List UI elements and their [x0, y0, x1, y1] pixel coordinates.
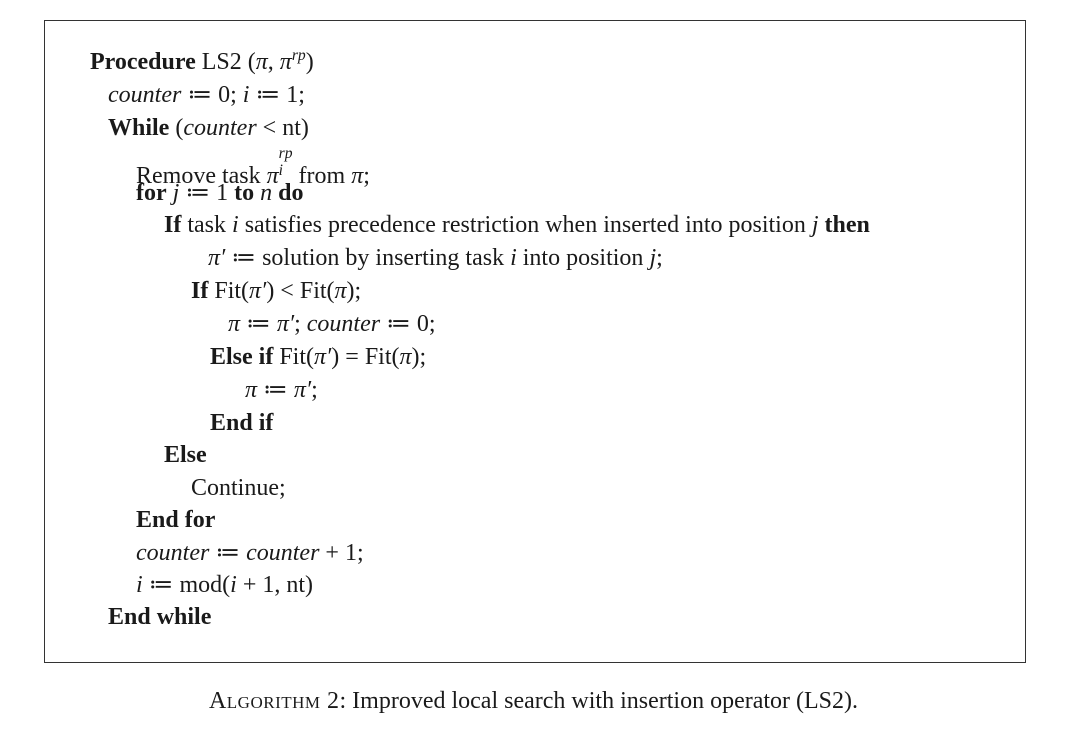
close-paren: ); [411, 344, 427, 370]
scripts: rp i [279, 146, 293, 178]
end-if-keyword: End if [210, 410, 274, 436]
pi-symbol: π [334, 278, 347, 304]
assign-one: ≔ 1 [179, 180, 235, 206]
counter-var: counter [306, 311, 381, 337]
end-for-keyword: End for [136, 507, 216, 533]
pi-prime-symbol: π′ [293, 377, 312, 403]
end-while-line: End while [108, 603, 211, 631]
mod-line: i ≔ mod(i + 1, nt) [136, 571, 313, 599]
caption-label: Algorithm 2 [208, 688, 340, 714]
mod-open: ≔ mod( [142, 572, 231, 598]
semicolon: ; [311, 377, 318, 403]
end-while-keyword: End while [108, 604, 212, 630]
assign-op: ≔ [209, 540, 247, 566]
do-keyword: do [278, 180, 304, 206]
assign-zero: ≔ 0; [181, 82, 243, 108]
equals-fit: ) = Fit( [331, 344, 400, 370]
pi-symbol: π [255, 49, 268, 75]
n-var: n [260, 180, 273, 206]
pi-symbol: π [351, 163, 364, 190]
assign-pi-line-2: π ≔ π′; [245, 376, 318, 404]
while-open-paren: ( [169, 115, 184, 141]
else-keyword: Else [164, 442, 207, 468]
counter-var: counter [136, 540, 210, 566]
pi-prime-symbol: π′ [276, 311, 295, 337]
semicolon: ; [656, 245, 663, 271]
for-line: for j ≔ 1 to n do [136, 179, 303, 207]
plus-one: + 1; [319, 540, 364, 566]
rp-superscript: rp [291, 47, 306, 64]
task-text: task [181, 212, 233, 238]
then-keyword: then [824, 212, 870, 238]
if-keyword: If [164, 212, 182, 238]
if-keyword: If [191, 278, 209, 304]
position-text: into position [516, 245, 650, 271]
else-if-line: Else if Fit(π′) = Fit(π); [210, 343, 426, 371]
while-keyword: While [108, 115, 170, 141]
j-var: j [811, 212, 819, 238]
condition-text: satisfies precedence restriction when in… [238, 212, 812, 238]
semicolon: ; [363, 163, 370, 190]
end-for-line: End for [136, 506, 215, 534]
i-var: i [230, 572, 237, 598]
caption-text: : Improved local search with insertion o… [339, 688, 859, 714]
pi-prime-symbol: π′ [208, 245, 226, 271]
continue-line: Continue; [191, 474, 286, 502]
mod-rest: + 1, nt) [236, 572, 314, 598]
while-condition: < nt) [256, 115, 309, 141]
pi-prime-symbol: π′ [314, 344, 332, 370]
pi-prime-symbol: π′ [249, 278, 267, 304]
close-paren: ); [346, 278, 362, 304]
assign-op: ≔ [257, 377, 294, 403]
i-var: i [232, 212, 239, 238]
continue-text: Continue; [191, 475, 286, 501]
counter-var: counter [183, 115, 257, 141]
fit-open: Fit( [208, 278, 250, 304]
procedure-header: Procedure LS2 (π, πrp) [90, 47, 314, 75]
rp-superscript: rp [278, 145, 293, 162]
i-var: i [510, 245, 517, 271]
for-keyword: for [136, 180, 167, 206]
fit-open: Fit( [273, 344, 315, 370]
assign-zero: ≔ 0; [380, 311, 436, 337]
pi-rp-symbol: π [279, 49, 292, 75]
pi-symbol: π [228, 311, 241, 337]
pi-prime-line: π′ ≔ solution by inserting task i into p… [208, 244, 663, 272]
else-if-keyword: Else if [210, 344, 274, 370]
pi-symbol: π [399, 344, 412, 370]
counter-inc-line: counter ≔ counter + 1; [136, 539, 364, 567]
counter-var: counter [108, 82, 182, 108]
solution-text: ≔ solution by inserting task [225, 245, 511, 271]
counter-var: counter [246, 540, 320, 566]
assign-op: ≔ [240, 311, 277, 337]
while-line: While (counter < nt) [108, 114, 309, 142]
procedure-keyword: Procedure [90, 49, 196, 75]
end-if-line: End if [210, 409, 273, 437]
else-line: Else [164, 441, 207, 469]
if-fit-line: If Fit(π′) < Fit(π); [191, 277, 361, 305]
pi-symbol: π [245, 377, 258, 403]
separator: ; [294, 311, 307, 337]
if-task-line: If task i satisfies precedence restricti… [164, 211, 870, 239]
less-than-fit: ) < Fit( [266, 278, 335, 304]
assign-one: ≔ 1; [249, 82, 305, 108]
i-var: i [136, 572, 143, 598]
counter-init-line: counter ≔ 0; i ≔ 1; [108, 81, 305, 109]
assign-pi-line: π ≔ π′; counter ≔ 0; [228, 310, 436, 338]
algorithm-caption: Algorithm 2: Improved local search with … [0, 686, 1067, 716]
to-keyword: to [234, 180, 255, 206]
i-subscript: i [278, 161, 284, 179]
procedure-name: LS2 [201, 49, 242, 75]
